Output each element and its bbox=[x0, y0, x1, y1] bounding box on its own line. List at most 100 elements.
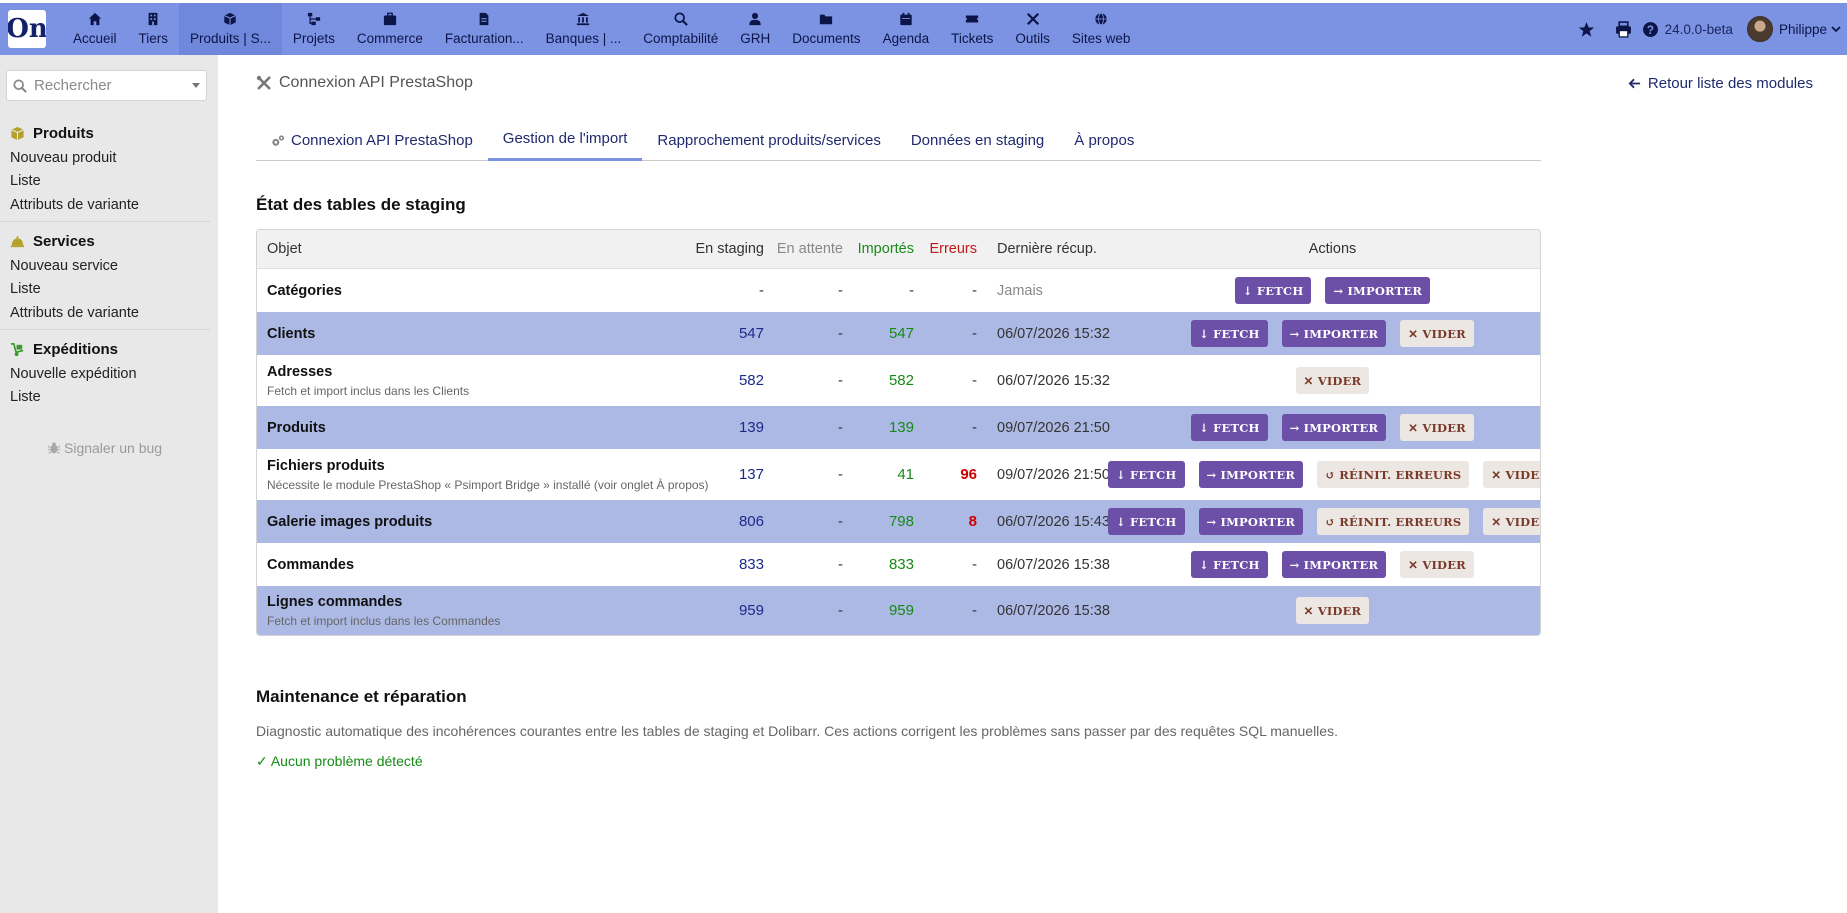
sidebar-link-nouvelle-expedition[interactable]: Nouvelle expédition bbox=[10, 363, 210, 386]
row-object: Adresses Fetch et import inclus dans les … bbox=[267, 364, 469, 398]
table-row: Produits 139 - 139 - 09/07/2026 21:50 ↓ FETCH →… bbox=[257, 406, 1540, 449]
col-erreurs: Erreurs bbox=[929, 241, 977, 257]
chevron-down-icon[interactable] bbox=[1831, 24, 1841, 34]
cell-importes: 798 bbox=[888, 513, 914, 530]
user-name[interactable]: Philippe bbox=[1779, 22, 1827, 37]
table-row: Fichiers produits Nécessite le module Pre… bbox=[257, 449, 1540, 500]
fetch-button[interactable]: ↓ FETCH bbox=[1191, 414, 1268, 441]
menu-produits[interactable]: Produits | S... bbox=[179, 3, 282, 55]
fetch-button[interactable]: ↓ FETCH bbox=[1107, 461, 1185, 488]
report-bug-link[interactable]: Signaler un bug bbox=[47, 440, 162, 456]
fetch-button[interactable]: ↓ FETCH bbox=[1191, 551, 1268, 578]
reset-errors-button[interactable]: ↺ RÉINIT. ERREURS bbox=[1317, 508, 1470, 535]
sidebar-link-liste-services[interactable]: Liste bbox=[10, 278, 210, 301]
row-object-name: Catégories bbox=[267, 282, 342, 299]
fetch-button[interactable]: ↓ FETCH bbox=[1191, 320, 1268, 347]
star-icon[interactable] bbox=[1578, 21, 1595, 38]
fetch-button[interactable]: ↓ FETCH bbox=[1234, 277, 1312, 304]
sidebar-title-expeditions[interactable]: Expéditions bbox=[10, 338, 210, 360]
cell-en-attente: - bbox=[838, 372, 843, 389]
sidebar-title-produits[interactable]: Produits bbox=[10, 122, 210, 144]
row-object-note: Fetch et import inclus dans les Clients bbox=[267, 383, 470, 398]
tab-gestion-import[interactable]: Gestion de l'import bbox=[487, 120, 643, 161]
cell-en-staging: - bbox=[759, 282, 764, 299]
search-input[interactable]: Rechercher bbox=[6, 70, 207, 101]
user-tie-icon bbox=[749, 12, 761, 26]
row-actions: ↓ FETCH → IMPORTER ✕ VIDER bbox=[1125, 320, 1540, 347]
menu-projets[interactable]: Projets bbox=[282, 3, 346, 55]
cell-en-attente: - bbox=[838, 602, 843, 619]
tab-connexion-api[interactable]: Connexion API PrestaShop bbox=[256, 120, 488, 161]
menu-documents[interactable]: Documents bbox=[781, 3, 871, 55]
print-icon[interactable] bbox=[1615, 20, 1632, 38]
menu-tickets[interactable]: Tickets bbox=[940, 3, 1004, 55]
cell-erreurs: - bbox=[972, 282, 977, 299]
menu-comptabilite[interactable]: Comptabilité bbox=[632, 3, 729, 55]
tab-donnees-staging[interactable]: Données en staging bbox=[896, 120, 1059, 161]
main-menu: Accueil Tiers Produits | S... Projets Co… bbox=[62, 3, 1141, 55]
app-logo[interactable]: On bbox=[8, 10, 46, 48]
sidebar-link-attributs-produits[interactable]: Attributs de variante bbox=[10, 194, 210, 217]
svg-text:?: ? bbox=[1647, 23, 1654, 36]
sidebar-link-attributs-services[interactable]: Attributs de variante bbox=[10, 302, 210, 325]
menu-grh[interactable]: GRH bbox=[729, 3, 781, 55]
table-row: Galerie images produits 806 - 798 8 06/07/202… bbox=[257, 500, 1540, 543]
cell-en-staging: 139 bbox=[738, 419, 764, 436]
menu-banques[interactable]: Banques | ... bbox=[535, 3, 633, 55]
reset-errors-button[interactable]: ↺ RÉINIT. ERREURS bbox=[1317, 461, 1470, 488]
clear-button[interactable]: ✕ VIDER bbox=[1400, 551, 1474, 578]
clear-button[interactable]: ✕ VIDER bbox=[1400, 414, 1474, 441]
menu-outils[interactable]: Outils bbox=[1004, 3, 1061, 55]
tab-rapprochement[interactable]: Rapprochement produits/services bbox=[642, 120, 895, 161]
sidebar-link-liste-expeditions[interactable]: Liste bbox=[10, 386, 210, 409]
row-object-name: Adresses bbox=[267, 363, 333, 380]
sidebar-section-produits: Produits Nouveau produit Liste Attributs… bbox=[10, 122, 210, 217]
search-icon bbox=[13, 78, 27, 93]
menu-tiers[interactable]: Tiers bbox=[128, 3, 180, 55]
import-button[interactable]: → IMPORTER bbox=[1198, 461, 1304, 488]
sidebar-section-services: Services Nouveau service Liste Attributs… bbox=[10, 230, 210, 325]
building-icon bbox=[148, 12, 158, 26]
import-button[interactable]: → IMPORTER bbox=[1198, 508, 1304, 535]
fetch-button[interactable]: ↓ FETCH bbox=[1107, 508, 1185, 535]
menu-commerce[interactable]: Commerce bbox=[346, 3, 434, 55]
concierge-bell-icon bbox=[10, 235, 25, 247]
cell-derniere-recup: 06/07/2026 15:38 bbox=[997, 602, 1110, 619]
sidebar-title-services[interactable]: Services bbox=[10, 230, 210, 252]
search-dropdown-arrow-icon[interactable] bbox=[192, 83, 200, 88]
cell-erreurs: 96 bbox=[960, 466, 977, 483]
sidebar-link-nouveau-service[interactable]: Nouveau service bbox=[10, 255, 210, 278]
row-object-name: Commandes bbox=[267, 556, 355, 573]
menu-sites-web[interactable]: Sites web bbox=[1061, 3, 1142, 55]
clear-button[interactable]: ✕ VIDER bbox=[1295, 597, 1370, 624]
clear-button[interactable]: ✕ VIDER bbox=[1483, 461, 1540, 488]
cell-en-staging: 959 bbox=[738, 602, 764, 619]
back-to-modules-link[interactable]: Retour liste des modules bbox=[1628, 75, 1813, 92]
menu-facturation[interactable]: Facturation... bbox=[434, 3, 535, 55]
import-button[interactable]: → IMPORTER bbox=[1281, 320, 1387, 347]
row-object: Catégories bbox=[267, 283, 342, 299]
help-icon[interactable]: ? bbox=[1642, 21, 1659, 38]
cell-en-staging: 582 bbox=[738, 372, 764, 389]
clear-button[interactable]: ✕ VIDER bbox=[1400, 320, 1474, 347]
menu-agenda[interactable]: Agenda bbox=[872, 3, 941, 55]
menu-accueil[interactable]: Accueil bbox=[62, 3, 128, 55]
sidebar-divider bbox=[0, 329, 210, 330]
import-button[interactable]: → IMPORTER bbox=[1281, 551, 1387, 578]
tools-icon bbox=[1026, 12, 1039, 26]
sidebar-link-liste-produits[interactable]: Liste bbox=[10, 170, 210, 193]
cell-derniere-recup: 06/07/2026 15:32 bbox=[997, 325, 1110, 342]
cell-erreurs: - bbox=[972, 419, 977, 436]
sidebar-link-nouveau-produit[interactable]: Nouveau produit bbox=[10, 147, 210, 170]
avatar[interactable] bbox=[1746, 16, 1773, 42]
clear-button[interactable]: ✕ VIDER bbox=[1295, 367, 1370, 394]
import-button[interactable]: → IMPORTER bbox=[1325, 277, 1431, 304]
row-actions: ↓ FETCH → IMPORTER ↺ RÉINIT. ERREURS ✕ VIDE… bbox=[1107, 508, 1540, 535]
import-button[interactable]: → IMPORTER bbox=[1281, 414, 1387, 441]
cogs-icon bbox=[272, 134, 285, 146]
version-label: 24.0.0-beta bbox=[1664, 21, 1733, 37]
tab-a-propos[interactable]: À propos bbox=[1059, 120, 1149, 161]
row-object: Clients bbox=[267, 326, 315, 342]
clear-button[interactable]: ✕ VIDER bbox=[1483, 508, 1540, 535]
home-icon bbox=[88, 12, 101, 26]
